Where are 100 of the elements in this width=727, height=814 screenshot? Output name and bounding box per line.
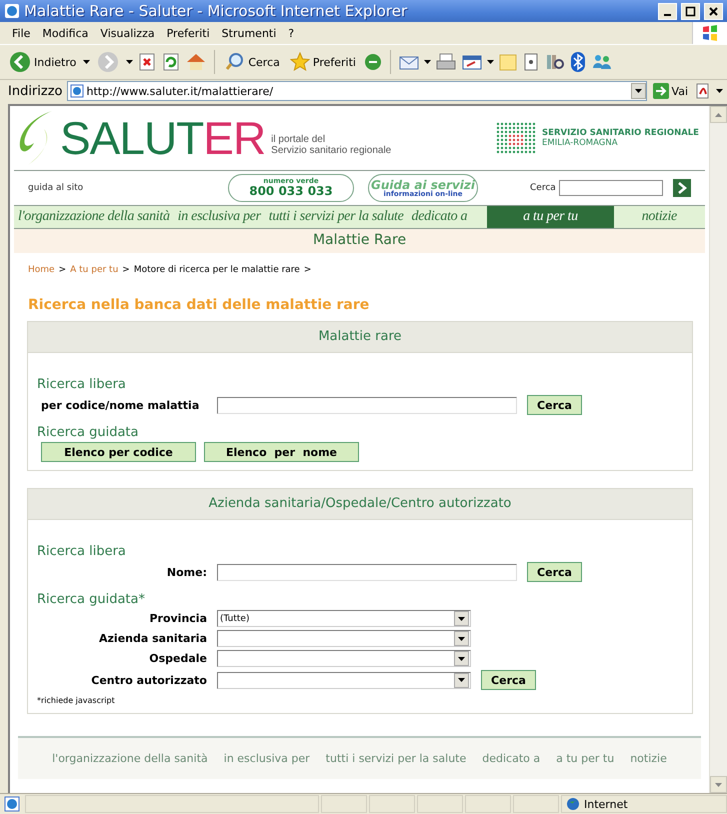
breadcrumb-separator: > [304, 265, 312, 275]
footer-link[interactable]: l'organizzazione della sanità [52, 752, 208, 765]
chevron-icon [676, 182, 687, 194]
caret-icon [634, 89, 642, 93]
section-title: Malattie Rare [14, 229, 705, 253]
footer-link[interactable]: in esclusiva per [224, 752, 310, 765]
caret-icon [715, 782, 722, 786]
group-heading: Ricerca libera [37, 544, 127, 559]
security-zone: Internet [584, 798, 628, 810]
maximize-button[interactable] [681, 2, 700, 20]
nav-tab[interactable]: tutti i servizi per la salute [264, 206, 408, 228]
breadcrumb-separator: > [122, 265, 130, 275]
select-field[interactable]: (Tutte) [217, 610, 471, 627]
list-button[interactable]: Elenco per nome [204, 442, 359, 462]
back-button[interactable]: Indietro [6, 49, 80, 75]
window-title: Malattie Rare - Saluter - Microsoft Internet Explorer [24, 2, 408, 20]
group-heading: Ricerca libera [37, 377, 127, 392]
page-heading: Ricerca nella banca dati delle malattie rare [28, 297, 370, 313]
region-name: SERVIZIO SANITARIO REGIONALE [542, 128, 699, 138]
search-button[interactable]: Cerca [222, 50, 283, 74]
refresh-icon[interactable] [161, 52, 182, 72]
favorites-button[interactable]: Preferiti [286, 50, 359, 74]
breadcrumb-separator: > [58, 265, 66, 275]
caret-icon [458, 678, 465, 682]
scroll-up-button[interactable] [710, 106, 727, 123]
nav-tab[interactable]: in esclusiva per [174, 206, 265, 228]
search-label: Cerca [530, 183, 556, 193]
search-button[interactable]: Cerca [481, 670, 536, 690]
field-label: Nome: [166, 566, 207, 578]
caret-icon [458, 656, 465, 660]
address-label: Indirizzo [8, 84, 62, 98]
panel-header: Malattie rare [28, 322, 692, 353]
field-label: Azienda sanitaria [98, 632, 207, 645]
windows-logo-icon [701, 24, 719, 42]
menu-item[interactable]: File [6, 24, 36, 42]
menu-item[interactable]: Modifica [36, 24, 94, 42]
edit-icon[interactable] [460, 53, 483, 71]
caret-icon [458, 616, 465, 620]
group-heading: Ricerca guidata [37, 425, 140, 440]
globe-icon [566, 797, 580, 811]
dropdown-button[interactable] [630, 83, 646, 99]
footer-link[interactable]: a tu per tu [556, 752, 614, 765]
document-icon[interactable] [522, 52, 540, 72]
print-icon[interactable] [434, 52, 457, 72]
home-icon[interactable] [185, 52, 208, 72]
minimize-icon [664, 14, 671, 16]
site-search-field[interactable] [558, 180, 663, 196]
guide-link[interactable]: guida al sito [14, 183, 228, 193]
select-field[interactable] [217, 650, 471, 667]
field-label: Provincia [148, 612, 207, 625]
close-button[interactable] [704, 2, 723, 20]
menu-item[interactable]: Visualizza [94, 24, 161, 42]
breadcrumb-link[interactable]: A tu per tu [70, 265, 118, 275]
arrow-icon [652, 83, 669, 99]
breadcrumb-link[interactable]: Home [28, 265, 55, 275]
search-button[interactable]: Cerca [527, 395, 582, 415]
breadcrumb-item: Motore di ricerca per le malattie rare [134, 265, 300, 275]
group-heading: Ricerca guidata* [37, 592, 146, 607]
menu-item[interactable]: ? [282, 24, 300, 42]
select-field[interactable] [217, 630, 471, 647]
bluetooth-icon[interactable] [570, 51, 586, 73]
search-button[interactable]: Cerca [527, 562, 582, 582]
menu-item[interactable]: Preferiti [160, 24, 216, 42]
page-icon [4, 796, 20, 812]
star-icon [290, 52, 310, 72]
nav-tab[interactable]: l'organizzazione della sanità [14, 206, 174, 228]
panel-header: Azienda sanitaria/Ospedale/Centro autorizzato [28, 489, 692, 520]
close-icon [708, 6, 719, 16]
site-logo[interactable]: SALUTER [60, 115, 266, 161]
scroll-down-button[interactable] [710, 776, 727, 793]
footnote: *richiede javascript [37, 696, 116, 705]
caret-icon [715, 112, 722, 116]
footer-link[interactable]: tutti i servizi per la salute [326, 752, 466, 765]
tagline: Servizio sanitario regionale [271, 145, 392, 156]
address-field[interactable]: http://www.saluter.it/malattierare/ [66, 81, 647, 101]
nav-tab[interactable]: dedicato a [408, 206, 472, 228]
footer-link[interactable]: notizie [630, 752, 667, 765]
select-field[interactable] [217, 672, 471, 688]
status-panel [465, 795, 511, 813]
minimize-button[interactable] [658, 2, 677, 20]
footer-link[interactable]: dedicato a [482, 752, 540, 765]
nav-tab[interactable]: notizie [614, 206, 705, 228]
search-field[interactable] [217, 564, 517, 580]
status-panel [321, 795, 367, 813]
field-label: per codice/nome malattia [40, 398, 200, 412]
status-panel [369, 795, 415, 813]
search-icon [225, 52, 246, 72]
list-button[interactable]: Elenco per codice [41, 442, 196, 462]
tagline: il portale del [271, 134, 326, 145]
caret-icon [458, 636, 465, 640]
field-label: Ospedale [148, 652, 207, 665]
maximize-icon [685, 6, 696, 16]
region-name: EMILIA-ROMAGNA [542, 138, 619, 148]
search-field[interactable] [217, 396, 517, 414]
search-go-button[interactable] [672, 179, 691, 197]
status-panel [417, 795, 463, 813]
go-button[interactable]: Vai [650, 83, 690, 99]
stop-icon[interactable] [137, 52, 158, 72]
menu-item[interactable]: Strumenti [216, 24, 282, 42]
nav-tab[interactable]: a tu per tu [487, 206, 614, 228]
